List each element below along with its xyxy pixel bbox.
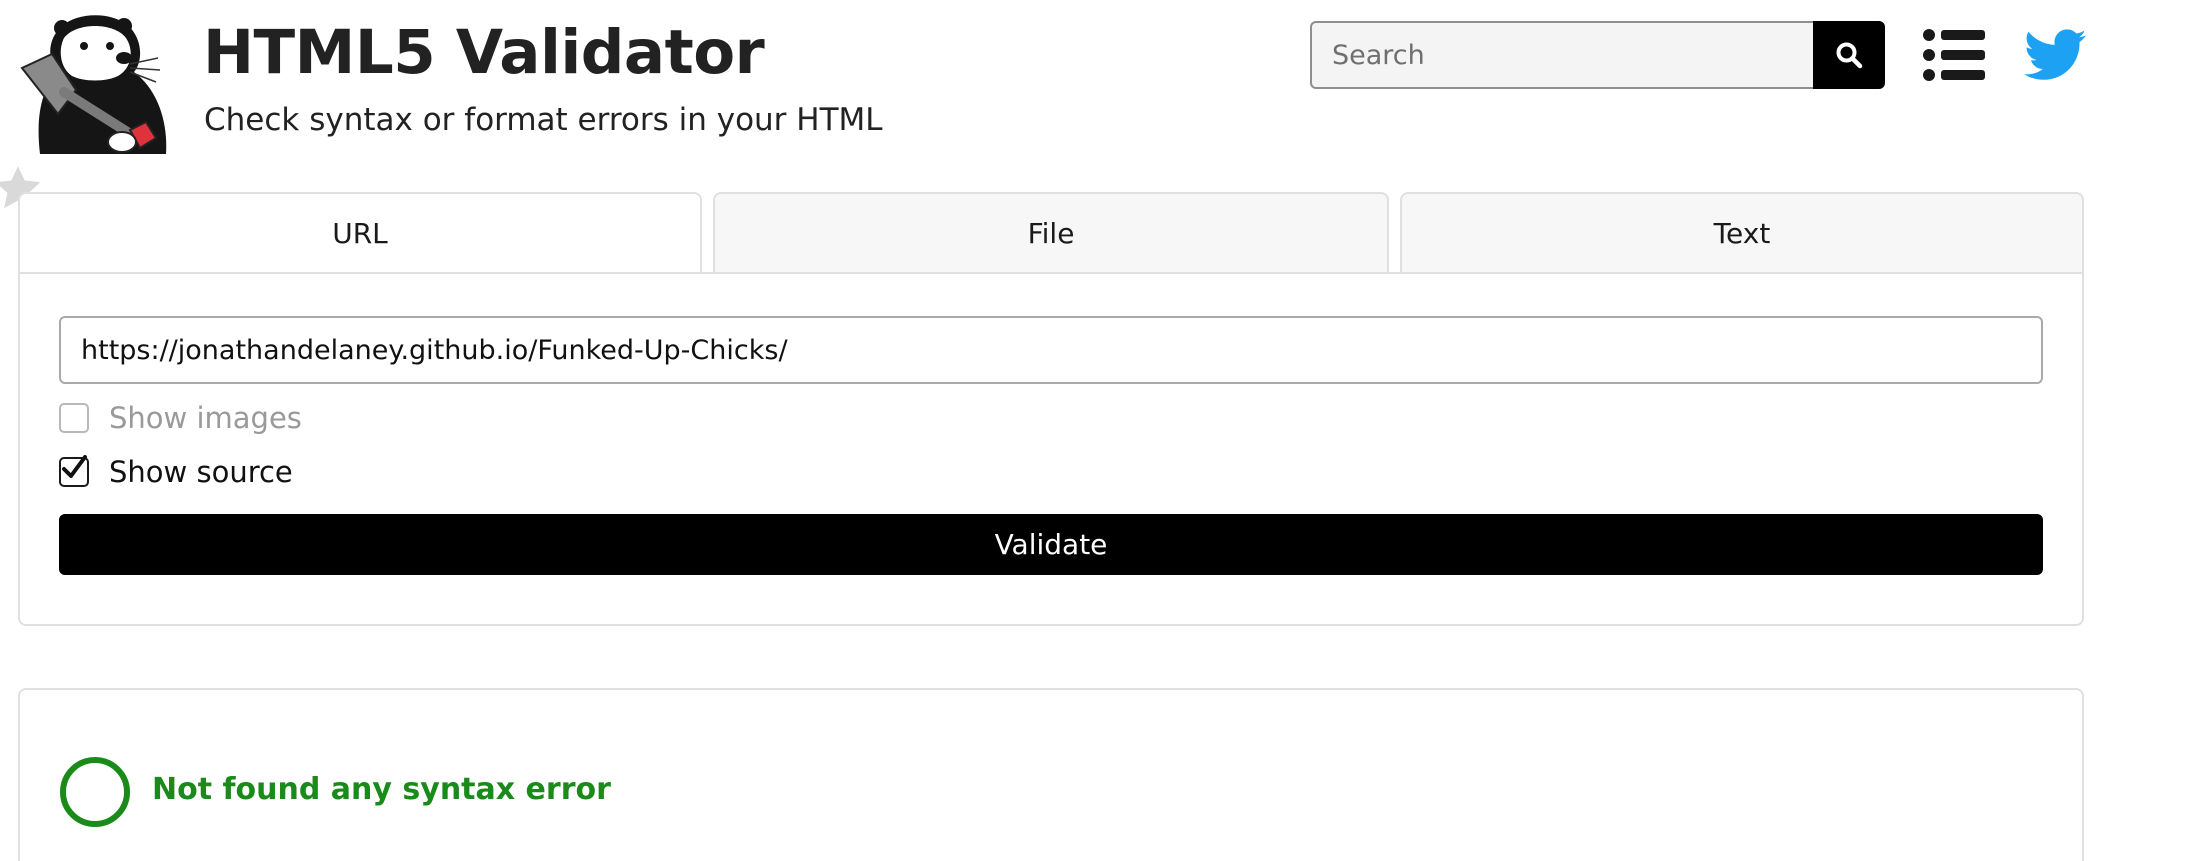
show-images-checkbox[interactable] bbox=[59, 403, 89, 433]
result-message: Not found any syntax error bbox=[152, 772, 611, 807]
checkmark-icon bbox=[62, 455, 87, 478]
site-title: HTML5 Validator bbox=[203, 17, 765, 88]
url-input[interactable] bbox=[59, 316, 2043, 384]
list-menu-icon bbox=[1923, 29, 1985, 81]
search-icon bbox=[1836, 42, 1863, 69]
tab-file[interactable]: File bbox=[713, 192, 1389, 274]
show-source-checkbox[interactable] bbox=[59, 455, 89, 487]
page: HTML5 Validator Check syntax or format e… bbox=[0, 0, 2185, 861]
site-subtitle: Check syntax or format errors in your HT… bbox=[204, 102, 883, 138]
search-button[interactable] bbox=[1813, 21, 1885, 89]
twitter-bird-icon bbox=[2024, 29, 2086, 80]
otter-logo-icon[interactable] bbox=[18, 10, 173, 154]
tab-url[interactable]: URL bbox=[18, 192, 702, 274]
show-source-label: Show source bbox=[109, 455, 293, 489]
twitter-link[interactable] bbox=[2023, 24, 2087, 86]
show-images-label: Show images bbox=[109, 401, 302, 435]
tab-text[interactable]: Text bbox=[1400, 192, 2084, 274]
menu-button[interactable] bbox=[1923, 26, 1985, 84]
show-images-option[interactable]: Show images bbox=[59, 400, 302, 436]
show-source-option[interactable]: Show source bbox=[59, 454, 293, 490]
validate-button[interactable]: Validate bbox=[59, 514, 2043, 575]
success-circle-icon bbox=[59, 756, 131, 828]
search-input[interactable] bbox=[1310, 21, 1815, 89]
